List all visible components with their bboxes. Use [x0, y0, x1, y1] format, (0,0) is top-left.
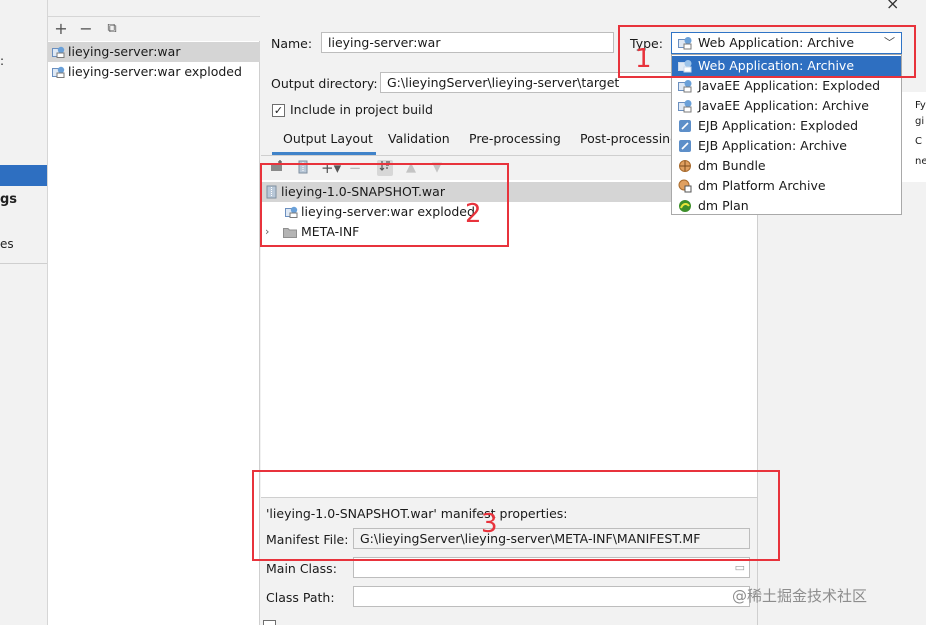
- dm-platform-archive-icon: [678, 179, 692, 193]
- web-archive-icon: [52, 46, 65, 58]
- manifest-option-checkbox[interactable]: [263, 620, 276, 625]
- tab-post-processing[interactable]: Post-processing: [580, 131, 678, 146]
- type-option-label: dm Platform Archive: [698, 178, 826, 193]
- annotation-box-1: [618, 25, 916, 78]
- available-elements-panel: [757, 155, 926, 625]
- type-option[interactable]: dm Bundle: [672, 156, 901, 176]
- project-structure-dialog: ture × : gs es + − ⧉ lieying-server:war …: [0, 0, 926, 625]
- side-fragment: ne: [915, 156, 926, 167]
- annotation-number: 3: [481, 509, 498, 539]
- tab-validation[interactable]: Validation: [388, 131, 450, 146]
- nav-selected-item[interactable]: [0, 165, 47, 186]
- artifact-item[interactable]: lieying-server:war: [48, 42, 260, 62]
- include-in-build-checkbox[interactable]: ✓: [272, 104, 285, 117]
- dm-plan-icon: [679, 200, 691, 212]
- remove-icon[interactable]: −: [76, 19, 96, 39]
- type-option[interactable]: JavaEE Application: Archive: [672, 96, 901, 116]
- name-label: Name:: [271, 36, 313, 51]
- dm-bundle-icon: [679, 160, 691, 172]
- tab-output-layout[interactable]: Output Layout: [283, 131, 373, 146]
- artifact-item-label: lieying-server:war: [68, 44, 181, 59]
- artifact-toolbar: + − ⧉: [48, 17, 260, 41]
- nav-fragment[interactable]: gs: [0, 192, 17, 207]
- artifact-list-panel: + − ⧉ lieying-server:war lieying-server:…: [48, 16, 260, 625]
- type-option[interactable]: EJB Application: Exploded: [672, 116, 901, 136]
- artifact-item-label: lieying-server:war exploded: [68, 64, 242, 79]
- javaee-app-icon: [678, 80, 692, 93]
- watermark: @稀土掘金技术社区: [732, 587, 868, 605]
- javaee-app-icon: [678, 100, 692, 113]
- copy-icon[interactable]: ⧉: [102, 19, 122, 39]
- settings-nav: : gs es: [0, 0, 48, 625]
- tab-pre-processing[interactable]: Pre-processing: [469, 131, 561, 146]
- nav-fragment[interactable]: :: [0, 54, 4, 68]
- add-icon[interactable]: +: [51, 19, 71, 39]
- include-in-build-label: Include in project build: [290, 102, 433, 117]
- side-fragment: C: [915, 136, 922, 147]
- type-dropdown-list: Web Application: Archive JavaEE Applicat…: [671, 54, 902, 215]
- artifact-item[interactable]: lieying-server:war exploded: [48, 62, 260, 82]
- side-panel-fragment: Fy gi C ne: [900, 92, 926, 182]
- web-archive-icon: [52, 66, 65, 78]
- class-path-input[interactable]: [353, 586, 750, 607]
- type-option[interactable]: EJB Application: Archive: [672, 136, 901, 156]
- type-option-label: EJB Application: Exploded: [698, 118, 859, 133]
- name-input[interactable]: lieying-server:war: [321, 32, 614, 53]
- ejb-icon: [679, 140, 691, 152]
- close-icon[interactable]: ×: [886, 0, 899, 13]
- type-option[interactable]: JavaEE Application: Exploded: [672, 76, 901, 96]
- type-option-label: EJB Application: Archive: [698, 138, 847, 153]
- type-option-label: dm Plan: [698, 198, 749, 213]
- class-path-label: Class Path:: [266, 590, 335, 605]
- ejb-icon: [679, 120, 691, 132]
- side-fragment: gi: [915, 116, 925, 127]
- type-option-label: JavaEE Application: Exploded: [698, 78, 881, 93]
- type-option[interactable]: dm Plan: [672, 196, 901, 216]
- type-option-label: dm Bundle: [698, 158, 766, 173]
- type-option-label: JavaEE Application: Archive: [698, 98, 869, 113]
- main-class-label: Main Class:: [266, 561, 337, 576]
- side-fragment: Fy: [915, 100, 926, 111]
- nav-fragment[interactable]: es: [0, 237, 14, 251]
- nav-divider: [0, 263, 47, 264]
- annotation-box-3: [252, 470, 780, 561]
- type-option[interactable]: dm Platform Archive: [672, 176, 901, 196]
- annotation-number: 1: [635, 44, 652, 74]
- annotation-number: 2: [465, 199, 482, 229]
- output-directory-label: Output directory:: [271, 76, 378, 91]
